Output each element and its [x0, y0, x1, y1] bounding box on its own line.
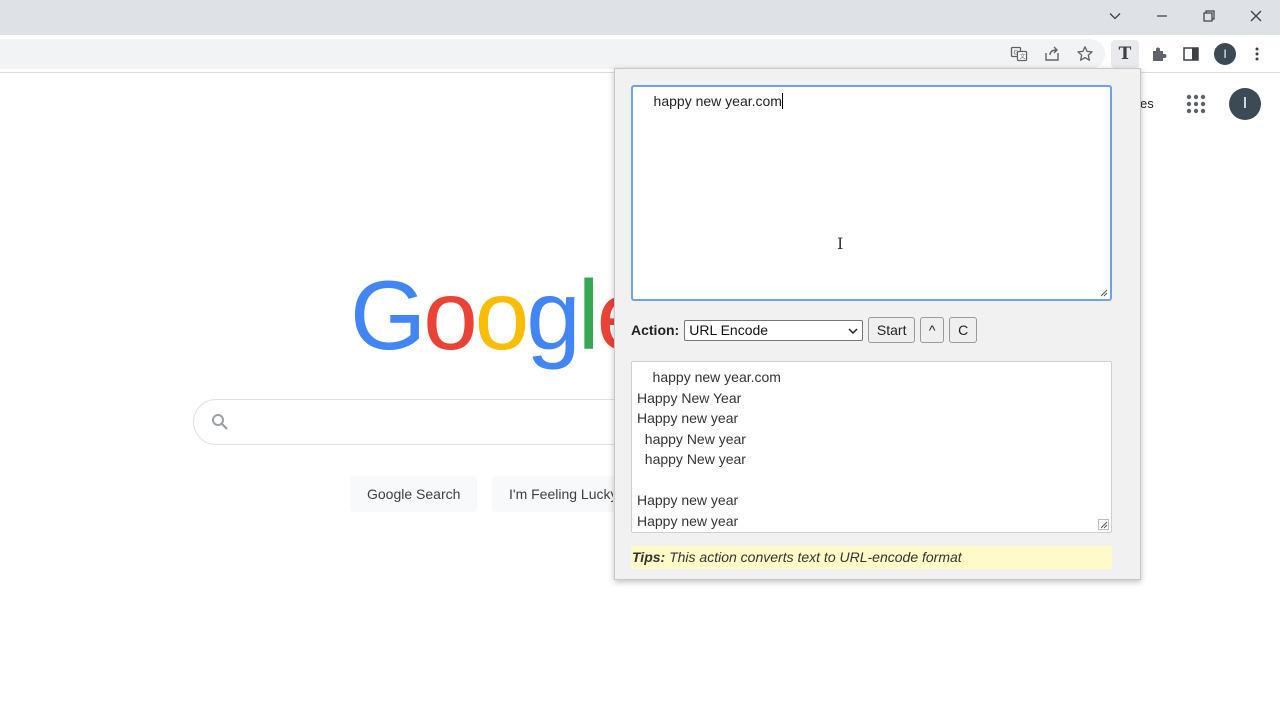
chevron-down-icon: [848, 327, 858, 334]
menu-kebab-icon[interactable]: [1245, 42, 1269, 66]
start-button[interactable]: Start: [868, 317, 916, 343]
svg-text:G: G: [1014, 50, 1019, 57]
translate-icon[interactable]: G文: [1007, 42, 1031, 66]
google-search-button[interactable]: Google Search: [350, 476, 478, 512]
action-label: Action:: [631, 322, 680, 338]
output-line: happy new year.com: [637, 369, 781, 385]
resize-grip-icon[interactable]: [1098, 519, 1109, 530]
logo-letter: G: [350, 260, 426, 370]
side-panel-icon[interactable]: [1179, 42, 1203, 66]
resize-grip-icon[interactable]: [1099, 288, 1108, 297]
action-select-value: URL Encode: [689, 321, 769, 338]
text-caret: [781, 93, 783, 109]
search-icon: [211, 413, 229, 431]
address-bar[interactable]: [0, 39, 1105, 69]
input-text: happy new year.com: [638, 93, 782, 109]
output-line: Happy new year: [637, 410, 739, 426]
tips-text: This action converts text to URL-encode …: [669, 549, 962, 565]
text-cursor-ibeam-icon: I: [837, 234, 844, 253]
tips-label: Tips:: [632, 549, 666, 565]
images-link-partial[interactable]: es: [1140, 96, 1154, 111]
title-bar: [0, 0, 1280, 35]
output-textarea[interactable]: happy new year.com Happy New Year Happy ne…: [631, 361, 1112, 533]
action-row: Action: URL Encode Start ^ C: [631, 317, 978, 343]
logo-letter: o: [474, 260, 529, 370]
text-extension-icon[interactable]: T: [1111, 40, 1139, 68]
feeling-lucky-button[interactable]: I'm Feeling Lucky: [492, 476, 614, 512]
tab-search-chevron-icon[interactable]: [1092, 0, 1138, 32]
output-line: Happy New Year: [637, 389, 742, 406]
google-logo: Google: [350, 260, 651, 370]
output-line: Happy new year: [637, 512, 739, 529]
action-select[interactable]: URL Encode: [684, 319, 864, 341]
minimize-icon[interactable]: [1139, 0, 1185, 32]
bookmark-star-icon[interactable]: [1073, 42, 1097, 66]
extensions-puzzle-icon[interactable]: [1147, 42, 1171, 66]
input-textarea[interactable]: happy new year.com: [631, 85, 1112, 301]
output-line: happy New year: [637, 430, 746, 447]
text-tool-popup: happy new year.com Action: URL Encode St…: [614, 68, 1141, 580]
logo-letter: l: [577, 260, 600, 370]
restore-icon[interactable]: [1186, 0, 1232, 32]
swap-up-button[interactable]: ^: [920, 317, 945, 343]
google-apps-icon[interactable]: [1184, 92, 1208, 116]
output-line: Happy new year: [637, 492, 739, 508]
close-icon[interactable]: [1233, 0, 1279, 32]
output-line: happy New year: [637, 451, 746, 467]
logo-letter: g: [526, 260, 580, 370]
profile-avatar[interactable]: I: [1213, 42, 1237, 66]
logo-letter: o: [423, 260, 477, 370]
google-account-avatar[interactable]: I: [1229, 88, 1261, 120]
tips-box: Tips: This action converts text to URL-e…: [631, 546, 1112, 569]
clear-button[interactable]: C: [949, 317, 978, 343]
share-icon[interactable]: [1040, 42, 1064, 66]
svg-text:文: 文: [1020, 53, 1026, 61]
